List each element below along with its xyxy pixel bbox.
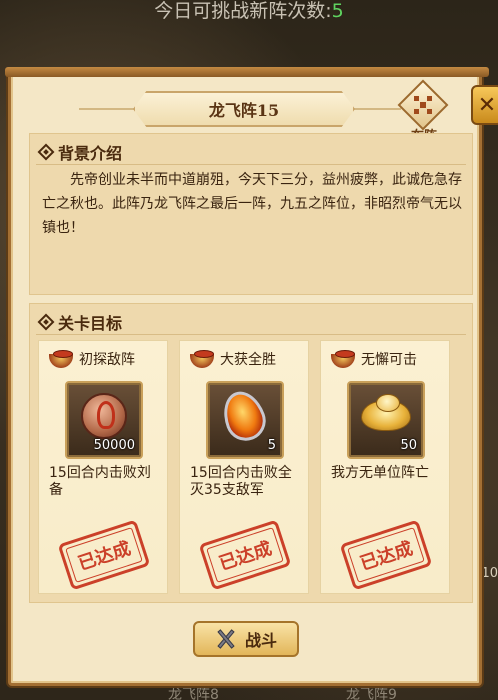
crossed-swords-icon	[215, 628, 237, 650]
goal-name: 无懈可击	[361, 352, 417, 368]
background-side-number: 10	[481, 566, 498, 581]
goal-name: 大获全胜	[220, 352, 276, 368]
section-divider	[36, 334, 466, 335]
challenge-counter: 今日可挑战新阵次数:5	[0, 0, 498, 26]
completed-stamp-text: 已达成	[357, 538, 416, 575]
challenge-counter-value: 5	[331, 0, 344, 22]
gold-ingot-icon	[361, 394, 411, 431]
completed-stamp: 已达成	[198, 519, 292, 591]
title-banner: 龙飞阵15	[133, 91, 355, 127]
goal-name: 初探敌阵	[79, 352, 135, 368]
goal-card-header: 大获全胜	[190, 349, 276, 369]
completed-stamp: 已达成	[339, 519, 433, 591]
background-stage-label-right: 龙飞阵9	[346, 687, 397, 700]
close-x-icon: ✕	[477, 92, 497, 118]
goals-section-header: 关卡目标	[37, 310, 123, 334]
title-rule-right	[351, 108, 401, 110]
fight-button-label: 战斗	[244, 631, 277, 650]
bowl-icon	[49, 350, 75, 368]
background-section-header: 背景介绍	[37, 140, 123, 164]
dialog-top-frame	[5, 67, 489, 77]
formation-grid-icon	[414, 96, 432, 114]
goals-section-title: 关卡目标	[58, 314, 123, 333]
goal-description: 我方无单位阵亡	[331, 465, 429, 481]
completed-stamp-text: 已达成	[216, 538, 275, 575]
background-section-title: 背景介绍	[58, 144, 123, 163]
challenge-counter-label: 今日可挑战新阵次数:	[154, 0, 332, 22]
copper-coin-icon	[81, 393, 127, 439]
goal-card: 无懈可击 50 我方无单位阵亡 已达成	[320, 340, 450, 594]
goal-card: 初探敌阵 50000 15回合内击败刘备 已达成	[38, 340, 168, 594]
close-button[interactable]: ✕	[471, 85, 498, 125]
diamond-bullet-icon	[37, 313, 55, 331]
diamond-bullet-icon	[37, 143, 55, 161]
goal-card: 大获全胜 5 15回合内击败全灭35支敌军 已达成	[179, 340, 309, 594]
background-stage-label-left: 龙飞阵8	[168, 687, 219, 700]
reward-slot[interactable]: 50	[347, 381, 425, 459]
goals-section: 关卡目标 初探敌阵 50000 15回合内击败刘备 已达成 大获全胜 5 15回…	[29, 303, 473, 603]
completed-stamp: 已达成	[57, 519, 151, 591]
bowl-icon	[331, 350, 357, 368]
section-divider	[36, 164, 466, 165]
fire-gem-icon	[216, 385, 272, 447]
bowl-icon	[190, 350, 216, 368]
dialog-title: 龙飞阵15	[208, 101, 280, 120]
title-rule-left	[79, 108, 137, 110]
reward-count: 50	[400, 438, 417, 453]
goal-card-header: 初探敌阵	[49, 349, 135, 369]
background-text: 先帝创业未半而中道崩殂，今天下三分，益州疲弊，此诚危急存亡之秋也。此阵乃龙飞阵之…	[42, 172, 462, 236]
goal-description: 15回合内击败刘备	[49, 465, 151, 498]
reward-count: 50000	[93, 438, 135, 453]
completed-stamp-text: 已达成	[75, 538, 134, 575]
background-section: 背景介绍 先帝创业未半而中道崩殂，今天下三分，益州疲弊，此诚危急存亡之秋也。此阵…	[29, 133, 473, 295]
stage-dialog: 龙飞阵15 布阵 ✕ 背景介绍 先帝创业未半而中道崩殂，今天下三分，益州疲弊，此…	[5, 67, 498, 686]
reward-slot[interactable]: 5	[206, 381, 284, 459]
goal-description: 15回合内击败全灭35支敌军	[190, 465, 292, 498]
fight-button[interactable]: 战斗	[193, 621, 299, 657]
reward-count: 5	[267, 438, 276, 453]
reward-slot[interactable]: 50000	[65, 381, 143, 459]
goal-card-header: 无懈可击	[331, 349, 417, 369]
